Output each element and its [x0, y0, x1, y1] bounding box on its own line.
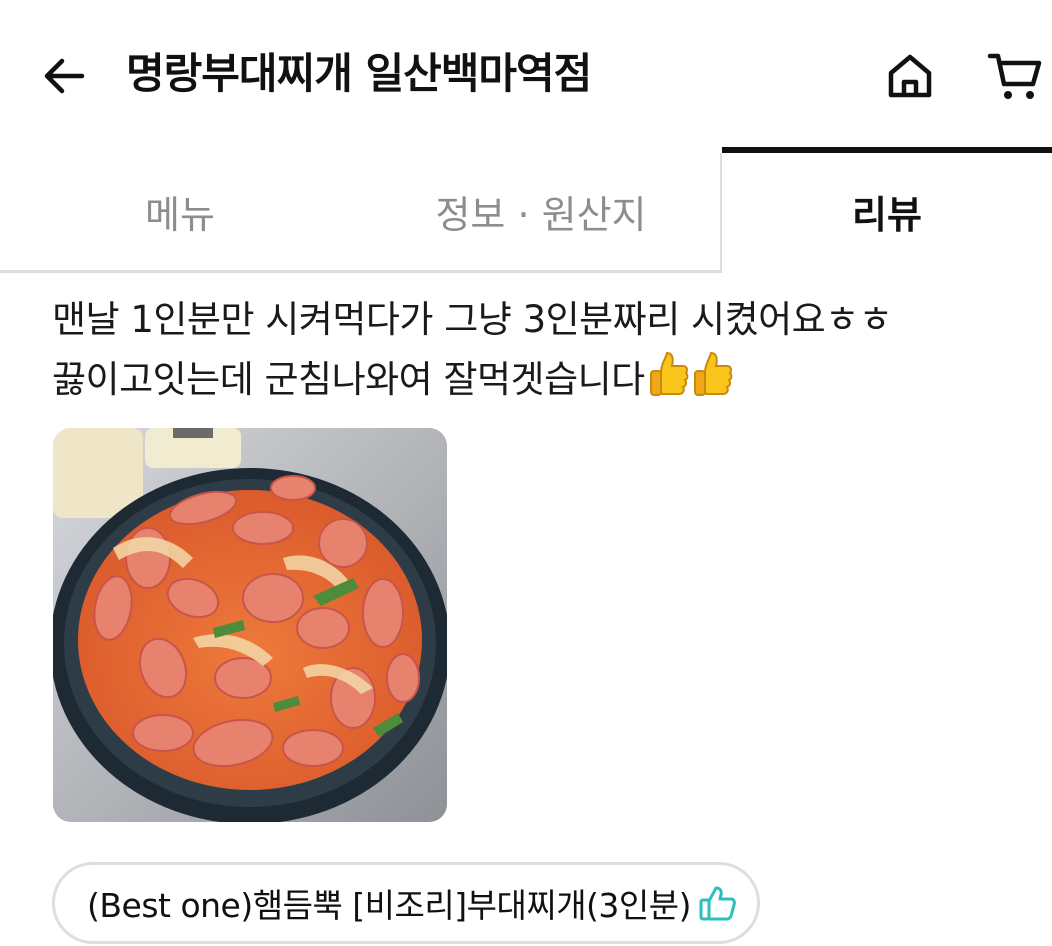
back-button[interactable]: [36, 48, 92, 104]
review-photo[interactable]: [53, 428, 447, 822]
review-text: 맨날 1인분만 시켜먹다가 그냥 3인분짜리 시켰어요ㅎㅎ 끓이고잇는데 군침나…: [52, 298, 904, 401]
budae-jjigae-photo: [53, 428, 447, 822]
tab-info-origin[interactable]: 정보 · 원산지: [360, 150, 722, 272]
thumbs-up-outline-icon: [699, 885, 737, 921]
home-button[interactable]: [880, 46, 940, 106]
ordered-menu-label: (Best one)햄듬뿍 [비조리]부대찌개(3인분): [87, 886, 692, 925]
thumbs-up-icon: [693, 351, 733, 416]
thumbs-up-icon: [649, 351, 689, 416]
tab-review[interactable]: 리뷰: [722, 150, 1052, 272]
cart-icon: [987, 53, 1042, 99]
ordered-menu-chip[interactable]: (Best one)햄듬뿍 [비조리]부대찌개(3인분): [52, 862, 760, 944]
app-header: 명랑부대찌개 일산백마역점: [0, 0, 1052, 150]
tab-bottom-border: [0, 270, 722, 273]
home-icon: [888, 54, 932, 98]
tab-bar: 메뉴 정보 · 원산지 리뷰: [0, 150, 1052, 272]
arrow-left-icon: [44, 58, 85, 94]
store-title: 명랑부대찌개 일산백마역점: [126, 49, 592, 98]
cart-button[interactable]: [982, 46, 1048, 106]
review-text-block: 맨날 1인분만 시켜먹다가 그냥 3인분짜리 시켰어요ㅎㅎ 끓이고잇는데 군침나…: [52, 290, 1032, 416]
tab-divider: [720, 153, 722, 273]
active-tab-indicator: [722, 147, 1052, 153]
tab-menu[interactable]: 메뉴: [0, 150, 360, 272]
